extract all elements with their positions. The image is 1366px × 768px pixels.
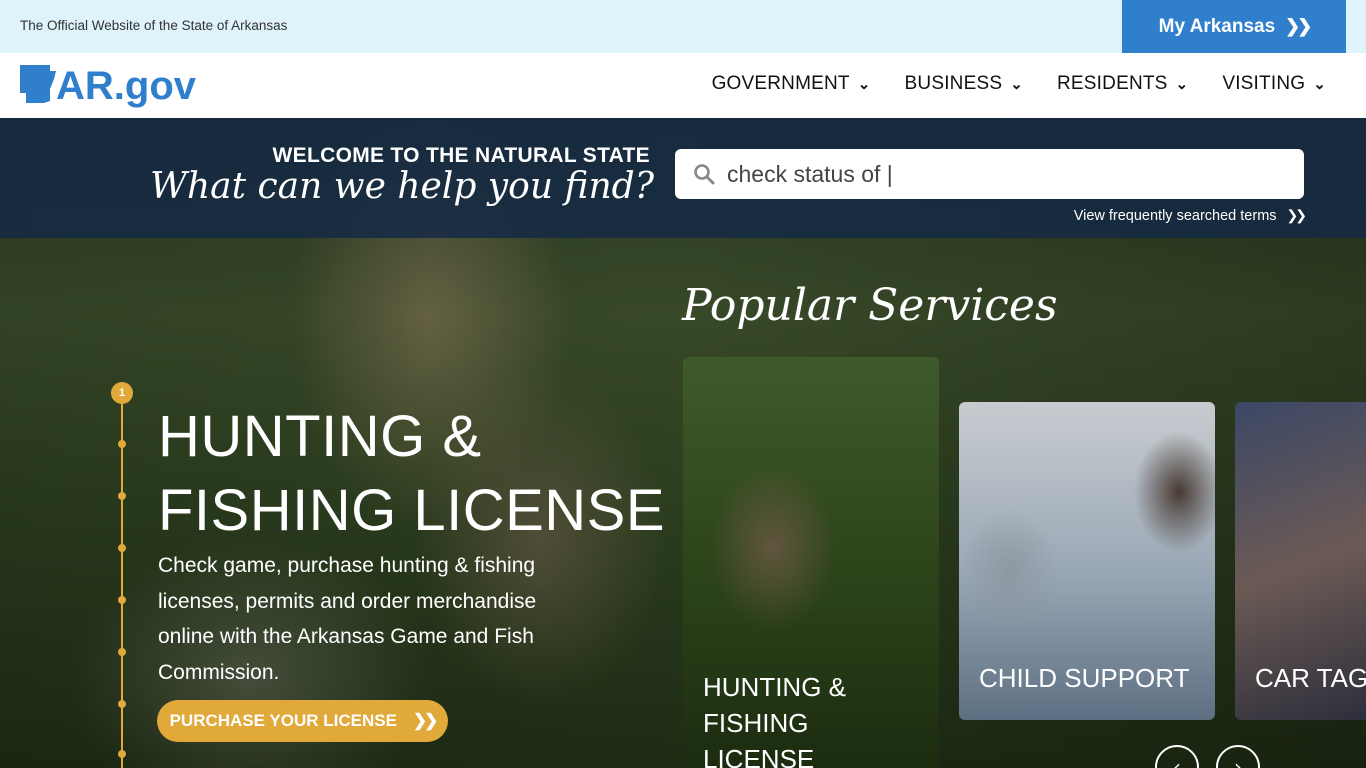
double-chevron-right-icon: ❯❯ xyxy=(1286,207,1308,223)
ar-gov-logo[interactable]: AR.gov xyxy=(20,63,225,113)
chevron-left-icon: ‹ xyxy=(1173,755,1181,768)
stepper-dot[interactable] xyxy=(118,648,126,656)
search-headline: What can we help you find? xyxy=(149,166,654,207)
search-box[interactable] xyxy=(675,149,1304,199)
nav-label: VISITING xyxy=(1222,73,1306,94)
feature-description: Check game, purchase hunting & fishing l… xyxy=(158,554,537,684)
stepper-dot[interactable] xyxy=(118,700,126,708)
stepper-step-1[interactable]: 1 xyxy=(111,382,133,404)
carousel-stepper: 1 xyxy=(111,382,133,768)
purchase-license-button[interactable]: PURCHASE YOUR LICENSE ❯❯ xyxy=(157,700,448,742)
official-website-text: The Official Website of the State of Ark… xyxy=(20,18,288,33)
nav-item-residents[interactable]: RESIDENTS ⌄ xyxy=(1057,73,1188,95)
frequent-searches-label: View frequently searched terms xyxy=(1073,207,1277,224)
frequent-searches-link[interactable]: View frequently searched terms ❯❯ xyxy=(1073,207,1308,224)
my-arkansas-label: My Arkansas xyxy=(1158,15,1276,37)
double-chevron-down-icon: ⌄ xyxy=(1313,76,1326,93)
site-header: AR.gov GOVERNMENT ⌄ BUSINESS ⌄ RESIDENTS… xyxy=(0,53,1366,118)
service-card-label-line2: LICENSE xyxy=(703,744,815,768)
nav-label: BUSINESS xyxy=(904,73,1003,94)
nav-label: GOVERNMENT xyxy=(711,73,850,94)
stepper-dot[interactable] xyxy=(118,750,126,758)
stepper-dot[interactable] xyxy=(118,492,126,500)
popular-services-heading: Popular Services xyxy=(682,280,1058,331)
logo-text: AR.gov xyxy=(56,64,197,108)
search-icon xyxy=(694,164,715,185)
double-chevron-right-icon: ❯❯ xyxy=(1285,16,1312,36)
nav-label: RESIDENTS xyxy=(1057,73,1168,94)
stepper-dot[interactable] xyxy=(118,440,126,448)
main-nav: GOVERNMENT ⌄ BUSINESS ⌄ RESIDENTS ⌄ VISI… xyxy=(712,73,1326,95)
feature-title-line1: HUNTING & xyxy=(158,404,482,469)
search-input[interactable] xyxy=(727,160,1287,188)
feature-title: HUNTING & FISHING LICENSE xyxy=(158,400,665,548)
double-chevron-down-icon: ⌄ xyxy=(1175,76,1189,93)
service-card-label: HUNTING & FISHING LICENSE xyxy=(703,669,939,768)
service-card-label: CHILD SUPPORT xyxy=(979,663,1190,693)
purchase-license-label: PURCHASE YOUR LICENSE xyxy=(169,711,397,730)
feature-title-line2: FISHING LICENSE xyxy=(158,478,666,543)
chevron-right-icon: › xyxy=(1234,755,1242,768)
stepper-dot[interactable] xyxy=(118,544,126,552)
welcome-text: WELCOME TO THE NATURAL STATE xyxy=(272,144,650,167)
service-card-label: CAR TAG R xyxy=(1255,663,1366,693)
service-card-car-tag[interactable]: CAR TAG R xyxy=(1235,402,1366,720)
stepper-line xyxy=(121,402,123,768)
stepper-dot[interactable] xyxy=(118,596,126,604)
double-chevron-down-icon: ⌄ xyxy=(1010,76,1023,93)
nav-item-business[interactable]: BUSINESS ⌄ xyxy=(905,73,1023,95)
service-card-child-support[interactable]: CHILD SUPPORT xyxy=(959,402,1215,720)
double-chevron-right-icon: ❯❯ xyxy=(412,711,438,730)
my-arkansas-button[interactable]: My Arkansas ❯❯ xyxy=(1122,0,1346,53)
nav-item-government[interactable]: GOVERNMENT ⌄ xyxy=(712,73,871,95)
double-chevron-down-icon: ⌄ xyxy=(857,76,871,93)
service-card-hunting-fishing[interactable]: HUNTING & FISHING LICENSE xyxy=(683,357,939,768)
service-card-label-line1: HUNTING & FISHING xyxy=(703,672,846,738)
nav-item-visiting[interactable]: VISITING ⌄ xyxy=(1222,73,1326,95)
